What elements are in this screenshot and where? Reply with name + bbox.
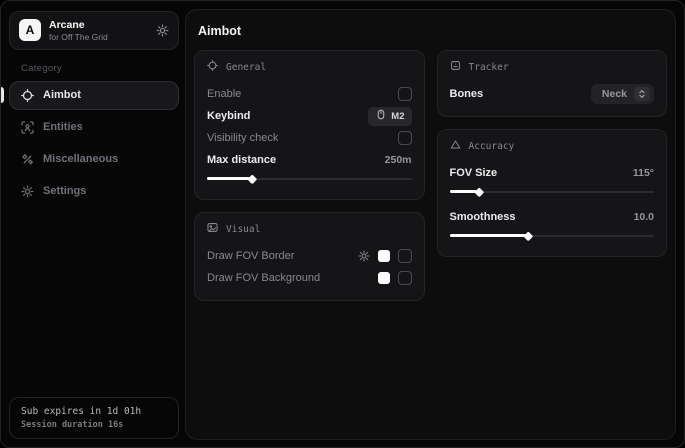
draw-fov-border-row: Draw FOV Border — [207, 245, 412, 267]
slider-fill — [450, 190, 479, 193]
draw-fov-background-label: Draw FOV Background — [207, 272, 320, 284]
sidebar-item-entities[interactable]: Entities — [9, 113, 179, 142]
main-panel: Aimbot General Enable — [185, 9, 676, 440]
fov-size-slider[interactable] — [450, 187, 655, 196]
fov-size-label: FOV Size — [450, 167, 498, 179]
keybind-button[interactable]: M2 — [368, 107, 411, 126]
accuracy-card: Accuracy FOV Size 115° Smoothness 10.0 — [437, 129, 668, 257]
keybind-row: Keybind M2 — [207, 105, 412, 127]
visibility-check-checkbox[interactable] — [398, 131, 412, 145]
sidebar-item-miscellaneous[interactable]: Miscellaneous — [9, 145, 179, 174]
slider-fill — [450, 234, 528, 237]
brand-gear-icon[interactable] — [156, 24, 169, 37]
fov-background-color-swatch[interactable] — [378, 272, 390, 284]
bones-row: Bones Neck — [450, 83, 655, 105]
sidebar-item-aimbot[interactable]: Aimbot — [9, 81, 179, 110]
crosshair-icon — [207, 60, 218, 74]
smoothness-value: 10.0 — [634, 211, 654, 223]
session-duration-text: Session duration 16s — [21, 420, 167, 430]
tracker-box-icon — [450, 60, 461, 74]
angle-icon — [450, 139, 461, 153]
fov-border-gear-icon[interactable] — [358, 250, 370, 262]
app-subtitle: for Off The Grid — [49, 32, 148, 42]
slider-fill — [207, 177, 252, 180]
smoothness-label: Smoothness — [450, 211, 516, 223]
section-title: Visual — [226, 224, 260, 235]
bones-label: Bones — [450, 88, 484, 100]
sidebar-item-label: Aimbot — [43, 89, 81, 101]
active-item-edge-indicator — [1, 87, 4, 103]
bones-select[interactable]: Neck — [591, 84, 654, 104]
smoothness-row: Smoothness 10.0 — [450, 206, 655, 228]
chevron-up-down-icon — [634, 87, 650, 101]
page-title: Aimbot — [198, 24, 667, 38]
tracker-card: Tracker Bones Neck — [437, 50, 668, 117]
mouse-icon — [375, 109, 387, 123]
app-name: Arcane — [49, 19, 148, 32]
sidebar-item-label: Miscellaneous — [43, 153, 118, 165]
enable-label: Enable — [207, 88, 241, 100]
fov-size-value: 115° — [633, 167, 654, 179]
app-window: A Arcane for Off The Grid Category — [0, 0, 685, 448]
fov-size-row: FOV Size 115° — [450, 162, 655, 184]
max-distance-value: 250m — [385, 154, 412, 166]
draw-fov-border-checkbox[interactable] — [398, 249, 412, 263]
draw-fov-border-label: Draw FOV Border — [207, 250, 294, 262]
section-title: Tracker — [469, 62, 509, 73]
max-distance-row: Max distance 250m — [207, 149, 412, 171]
keybind-label: Keybind — [207, 110, 250, 122]
visual-card: Visual Draw FOV Border — [194, 212, 425, 301]
logo-letter: A — [26, 23, 35, 37]
keybind-value: M2 — [391, 111, 404, 122]
max-distance-slider[interactable] — [207, 174, 412, 183]
sub-expiry-text: Sub expires in 1d 01h — [21, 406, 167, 417]
gear-icon — [21, 185, 34, 198]
sidebar-item-settings[interactable]: Settings — [9, 177, 179, 206]
category-label: Category — [21, 63, 179, 74]
tools-icon — [21, 153, 34, 166]
crosshair-icon — [21, 89, 34, 102]
sidebar-item-label: Settings — [43, 185, 86, 197]
draw-fov-background-row: Draw FOV Background — [207, 267, 412, 289]
general-card: General Enable Keybind — [194, 50, 425, 200]
image-icon — [207, 222, 218, 236]
visibility-check-label: Visibility check — [207, 132, 278, 144]
section-title: General — [226, 62, 266, 73]
enable-row: Enable — [207, 83, 412, 105]
smoothness-slider[interactable] — [450, 231, 655, 240]
sidebar: A Arcane for Off The Grid Category — [1, 1, 179, 447]
sidebar-nav: Aimbot Entities — [9, 81, 179, 206]
enable-checkbox[interactable] — [398, 87, 412, 101]
app-logo: A — [19, 19, 41, 41]
visibility-check-row: Visibility check — [207, 127, 412, 149]
max-distance-label: Max distance — [207, 154, 276, 166]
bones-value: Neck — [602, 88, 627, 100]
brand-card: A Arcane for Off The Grid — [9, 11, 179, 50]
section-title: Accuracy — [469, 141, 515, 152]
fov-border-color-swatch[interactable] — [378, 250, 390, 262]
sidebar-item-label: Entities — [43, 121, 83, 133]
draw-fov-background-checkbox[interactable] — [398, 271, 412, 285]
scan-person-icon — [21, 121, 34, 134]
subscription-status-card: Sub expires in 1d 01h Session duration 1… — [9, 397, 179, 439]
